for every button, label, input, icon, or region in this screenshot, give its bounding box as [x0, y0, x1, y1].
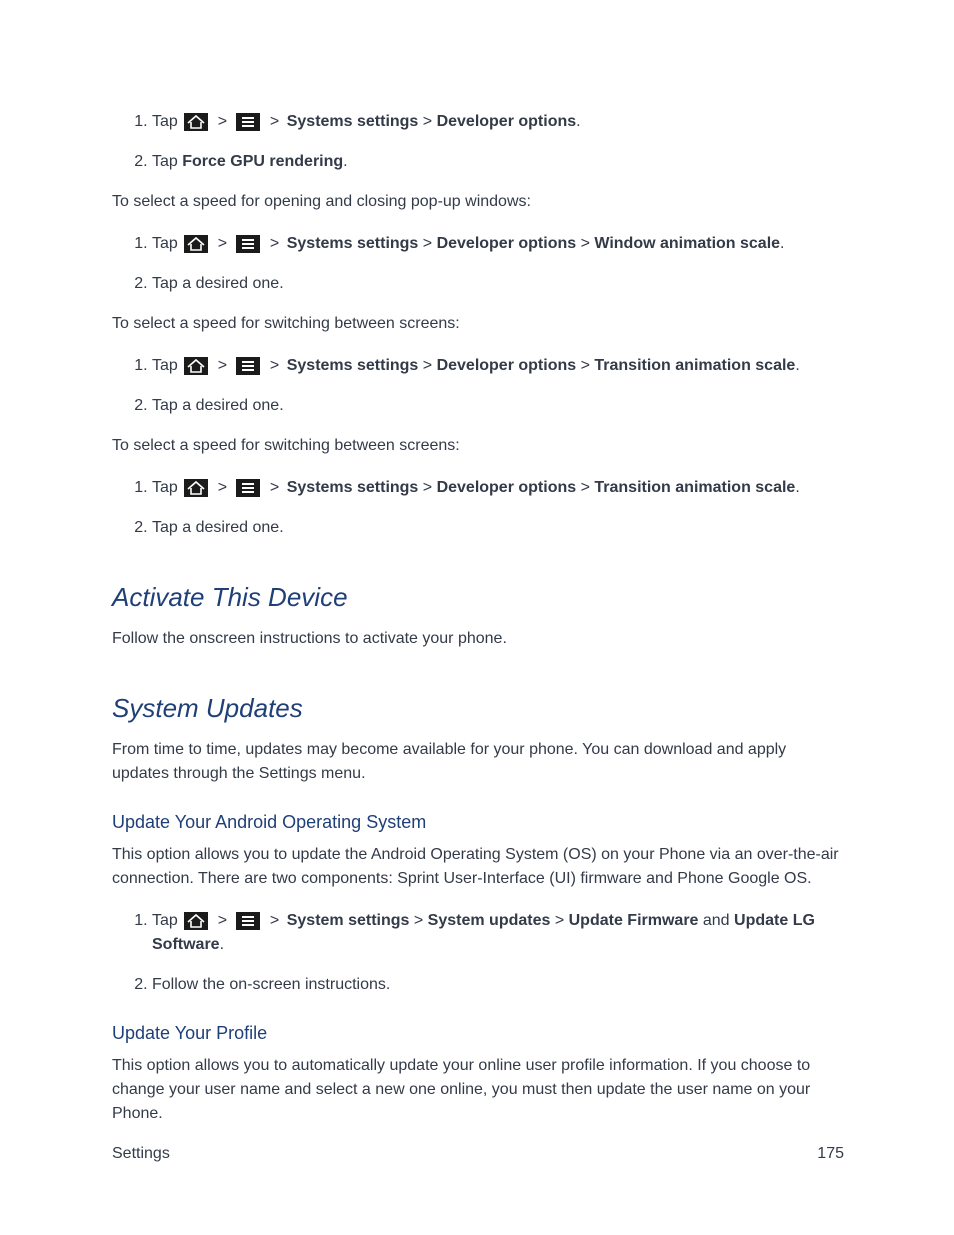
- sep: >: [213, 235, 231, 252]
- system-updates-label: System updates: [428, 912, 551, 929]
- sep: >: [265, 479, 283, 496]
- sep: >: [265, 113, 283, 130]
- heading-update-profile: Update Your Profile: [112, 1023, 844, 1044]
- transition-anim-label: Transition animation scale: [594, 479, 795, 496]
- update-firmware-label: Update Firmware: [569, 912, 699, 929]
- developer-options-label: Developer options: [437, 479, 577, 496]
- and-label: and: [698, 912, 734, 929]
- page: Tap > > Systems settings > Developer opt…: [0, 0, 954, 1235]
- period: .: [576, 113, 580, 130]
- footer-section: Settings: [112, 1145, 170, 1163]
- sep: >: [576, 357, 594, 374]
- home-icon: [184, 235, 208, 253]
- step-2-update-os: Follow the on-screen instructions.: [152, 973, 844, 997]
- sep: >: [418, 113, 436, 130]
- tap-label: Tap: [152, 357, 182, 374]
- step-1-window: Tap > > Systems settings > Developer opt…: [152, 232, 844, 256]
- step-2-trans-b: Tap a desired one.: [152, 516, 844, 540]
- sep: >: [409, 912, 427, 929]
- sep: >: [418, 357, 436, 374]
- sep: >: [265, 357, 283, 374]
- sep: >: [213, 479, 231, 496]
- para-activate: Follow the onscreen instructions to acti…: [112, 627, 844, 651]
- window-anim-label: Window animation scale: [594, 235, 780, 252]
- systems-settings-label: Systems settings: [287, 357, 419, 374]
- sep: >: [213, 357, 231, 374]
- system-settings-label: System settings: [287, 912, 410, 929]
- steps-transition-2: Tap > > Systems settings > Developer opt…: [112, 476, 844, 540]
- sep: >: [550, 912, 568, 929]
- home-icon: [184, 113, 208, 131]
- developer-options-label: Developer options: [437, 357, 577, 374]
- period: .: [220, 936, 224, 953]
- menu-icon: [236, 235, 260, 253]
- tap-label: Tap: [152, 113, 182, 130]
- para-popup: To select a speed for opening and closin…: [112, 190, 844, 214]
- developer-options-label: Developer options: [437, 113, 577, 130]
- para-switch-2: To select a speed for switching between …: [112, 434, 844, 458]
- heading-update-os: Update Your Android Operating System: [112, 812, 844, 833]
- menu-icon: [236, 912, 260, 930]
- steps-window-anim: Tap > > Systems settings > Developer opt…: [112, 232, 844, 296]
- tap-label: Tap: [152, 479, 182, 496]
- period: .: [780, 235, 784, 252]
- period: .: [343, 153, 347, 170]
- period: .: [795, 357, 799, 374]
- systems-settings-label: Systems settings: [287, 113, 419, 130]
- step-1-gpu: Tap > > Systems settings > Developer opt…: [152, 110, 844, 134]
- heading-activate: Activate This Device: [112, 582, 844, 613]
- steps-gpu: Tap > > Systems settings > Developer opt…: [112, 110, 844, 174]
- sep: >: [213, 912, 231, 929]
- systems-settings-label: Systems settings: [287, 235, 419, 252]
- heading-system-updates: System Updates: [112, 693, 844, 724]
- footer-page-number: 175: [817, 1145, 844, 1163]
- home-icon: [184, 479, 208, 497]
- para-sysupdates: From time to time, updates may become av…: [112, 738, 844, 786]
- developer-options-label: Developer options: [437, 235, 577, 252]
- steps-transition-1: Tap > > Systems settings > Developer opt…: [112, 354, 844, 418]
- menu-icon: [236, 479, 260, 497]
- step-1-trans-a: Tap > > Systems settings > Developer opt…: [152, 354, 844, 378]
- sep: >: [213, 113, 231, 130]
- menu-icon: [236, 357, 260, 375]
- steps-update-os: Tap > > System settings > System updates…: [112, 909, 844, 997]
- sep: >: [265, 235, 283, 252]
- home-icon: [184, 357, 208, 375]
- tap-label: Tap: [152, 912, 182, 929]
- tap-label: Tap: [152, 153, 182, 170]
- sep: >: [418, 479, 436, 496]
- page-footer: Settings 175: [112, 1145, 844, 1163]
- force-gpu-label: Force GPU rendering: [182, 153, 343, 170]
- para-switch-1: To select a speed for switching between …: [112, 312, 844, 336]
- home-icon: [184, 912, 208, 930]
- para-update-profile: This option allows you to automatically …: [112, 1054, 844, 1126]
- step-1-update-os: Tap > > System settings > System updates…: [152, 909, 844, 957]
- step-2-window: Tap a desired one.: [152, 272, 844, 296]
- para-update-os: This option allows you to update the And…: [112, 843, 844, 891]
- tap-label: Tap: [152, 235, 182, 252]
- sep: >: [265, 912, 283, 929]
- sep: >: [576, 479, 594, 496]
- transition-anim-label: Transition animation scale: [594, 357, 795, 374]
- step-2-trans-a: Tap a desired one.: [152, 394, 844, 418]
- systems-settings-label: Systems settings: [287, 479, 419, 496]
- step-2-gpu: Tap Force GPU rendering.: [152, 150, 844, 174]
- menu-icon: [236, 113, 260, 131]
- sep: >: [576, 235, 594, 252]
- period: .: [795, 479, 799, 496]
- sep: >: [418, 235, 436, 252]
- step-1-trans-b: Tap > > Systems settings > Developer opt…: [152, 476, 844, 500]
